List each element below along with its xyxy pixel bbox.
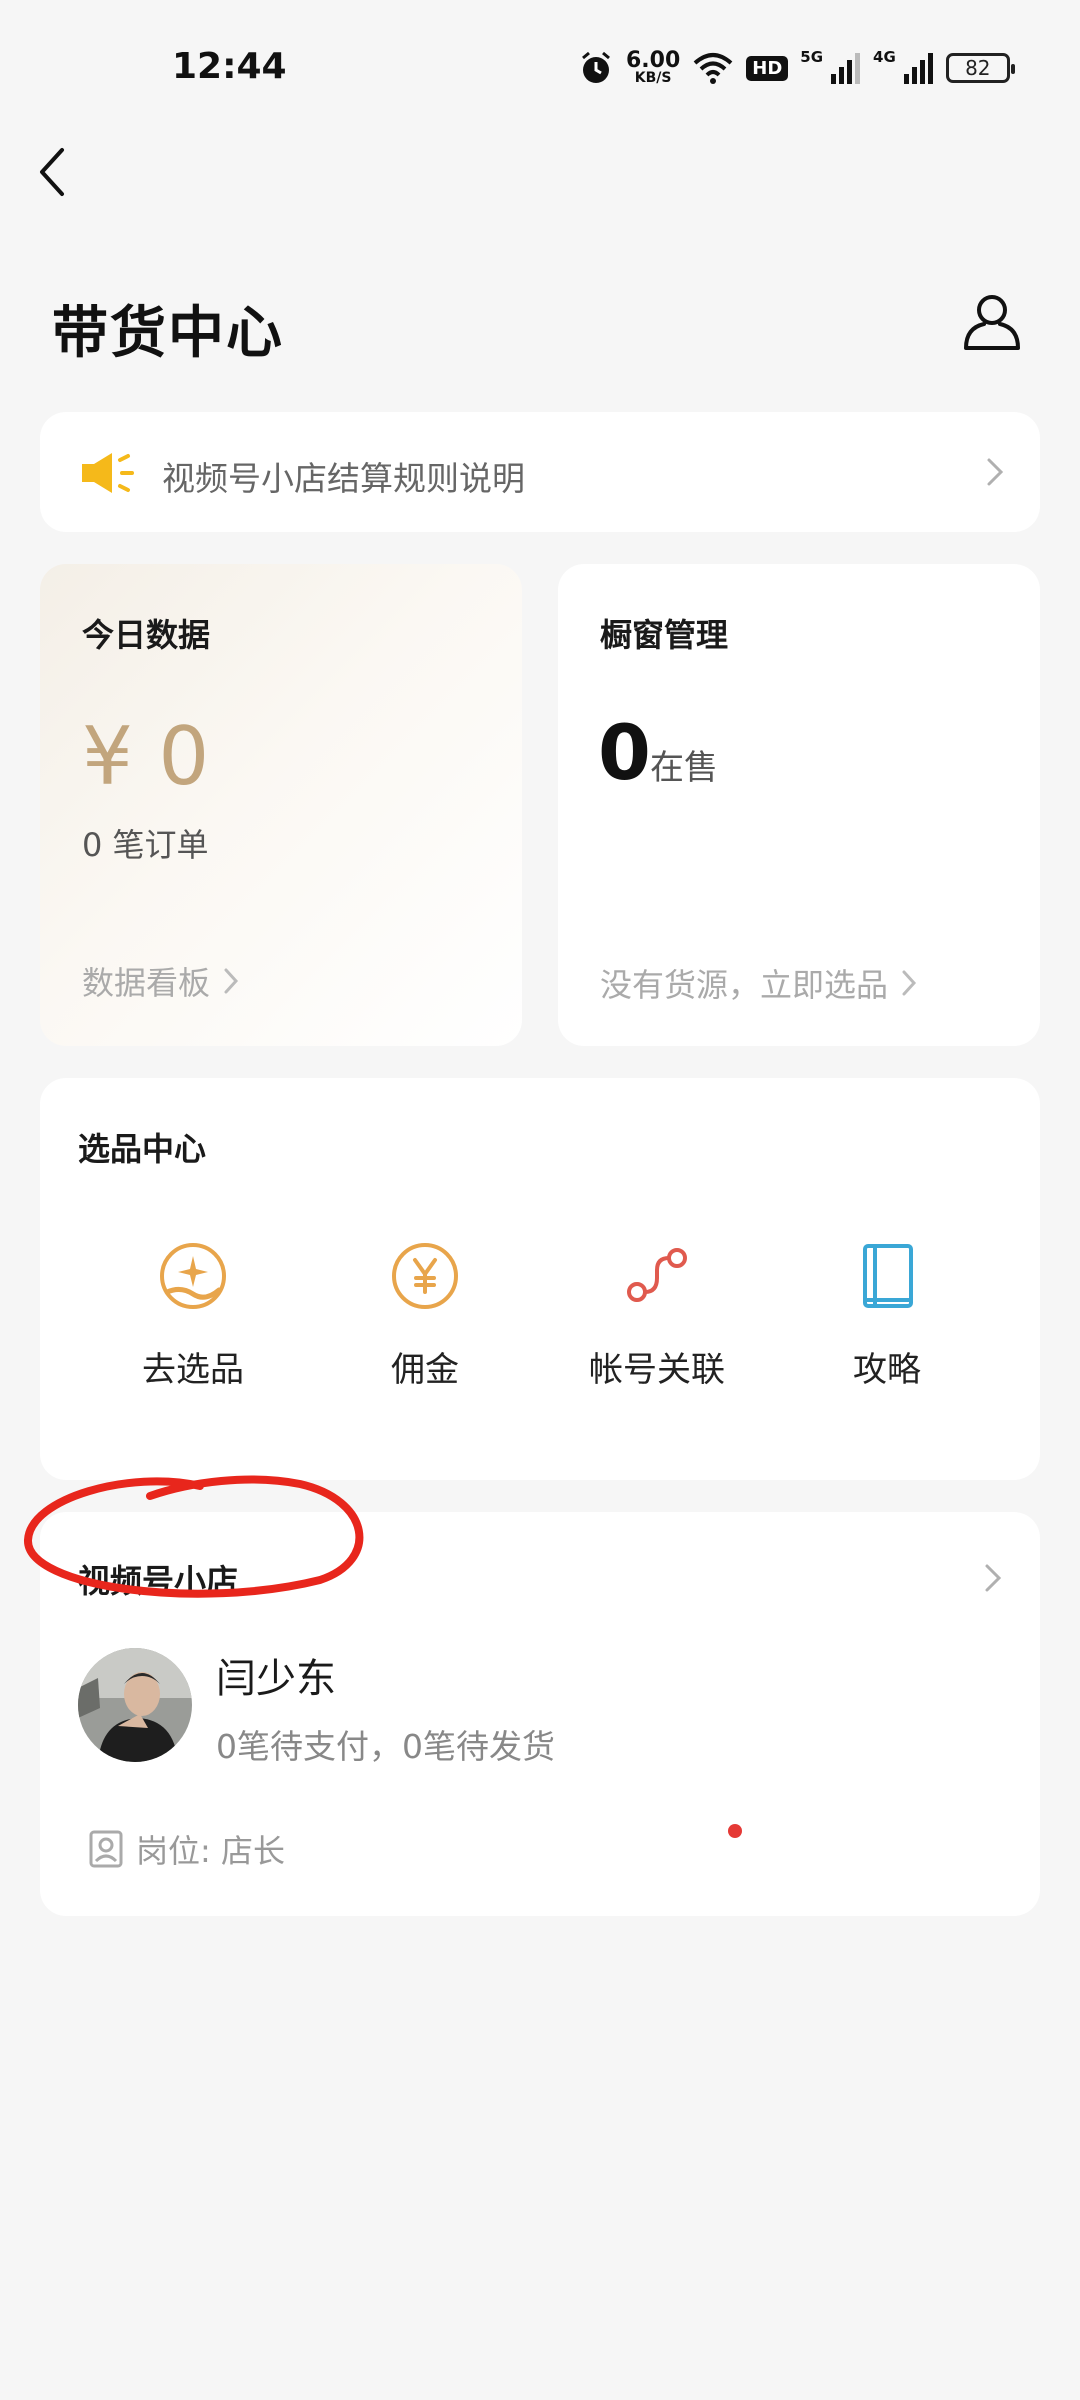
net-speed: 6.00 KB/S [626, 48, 681, 86]
wifi-icon [693, 53, 733, 84]
id-card-icon [89, 1830, 123, 1868]
megaphone-icon [82, 453, 134, 493]
commission-label: 佣金 [391, 1350, 459, 1390]
guide-label: 攻略 [853, 1350, 921, 1390]
today-orders: 0 笔订单 [82, 826, 209, 864]
account-link-label: 帐号关联 [589, 1350, 725, 1390]
signal-5g-label: 5G [800, 48, 824, 66]
profile-icon[interactable] [956, 286, 1028, 358]
signal-bars-icon [831, 53, 861, 84]
account-link-button[interactable]: 帐号关联 [557, 1236, 757, 1391]
red-annotation-circle [23, 1475, 364, 1598]
settlement-notice[interactable]: 视频号小店结算规则说明 [40, 412, 1040, 532]
guide-button[interactable]: 攻略 [787, 1236, 987, 1391]
yen-icon [392, 1243, 458, 1309]
go-select-button[interactable]: 去选品 [93, 1236, 293, 1391]
today-amount: ¥ 0 [82, 710, 210, 803]
window-title: 橱窗管理 [600, 616, 729, 654]
chevron-right-icon [224, 968, 239, 994]
hand-sparkle-icon [160, 1243, 226, 1309]
book-icon [863, 1244, 913, 1308]
window-count: 0 [598, 708, 651, 797]
hd-badge: HD [746, 55, 789, 81]
page-title: 带货中心 [52, 301, 284, 366]
status-icons: 6.00 KB/S HD 5G 4G 82 [578, 48, 1015, 88]
shop-order-status: 0笔待支付，0笔待发货 [216, 1727, 555, 1766]
data-dashboard-label: 数据看板 [82, 964, 211, 1002]
alarm-icon [582, 51, 610, 83]
status-time: 12:44 [172, 46, 287, 87]
today-title: 今日数据 [82, 616, 211, 654]
role-label: 岗位: 店长 [136, 1832, 285, 1870]
chevron-right-icon [985, 1564, 1002, 1592]
role-row: 岗位: 店长 [88, 1826, 285, 1872]
window-count-label: 在售 [650, 748, 718, 788]
commission-button[interactable]: 佣金 [325, 1236, 525, 1391]
avatar[interactable] [78, 1648, 192, 1762]
notification-dot [728, 1824, 742, 1838]
signal-bars-icon [903, 53, 933, 84]
go-select-label: 去选品 [142, 1350, 244, 1390]
select-center-title: 选品中心 [78, 1130, 207, 1168]
battery-indicator: 82 [945, 53, 1015, 83]
chevron-right-icon [902, 970, 917, 996]
chevron-right-icon [987, 458, 1004, 486]
back-button[interactable] [28, 142, 78, 202]
select-goods-link[interactable]: 没有货源，立即选品 [600, 960, 920, 1006]
signal-4g-label: 4G [873, 48, 896, 66]
select-goods-label: 没有货源，立即选品 [600, 966, 889, 1004]
notice-text: 视频号小店结算规则说明 [162, 459, 525, 498]
shop-owner-name: 闫少东 [216, 1656, 336, 1702]
link-path-icon [627, 1248, 687, 1302]
data-dashboard-link[interactable]: 数据看板 [82, 958, 242, 1004]
